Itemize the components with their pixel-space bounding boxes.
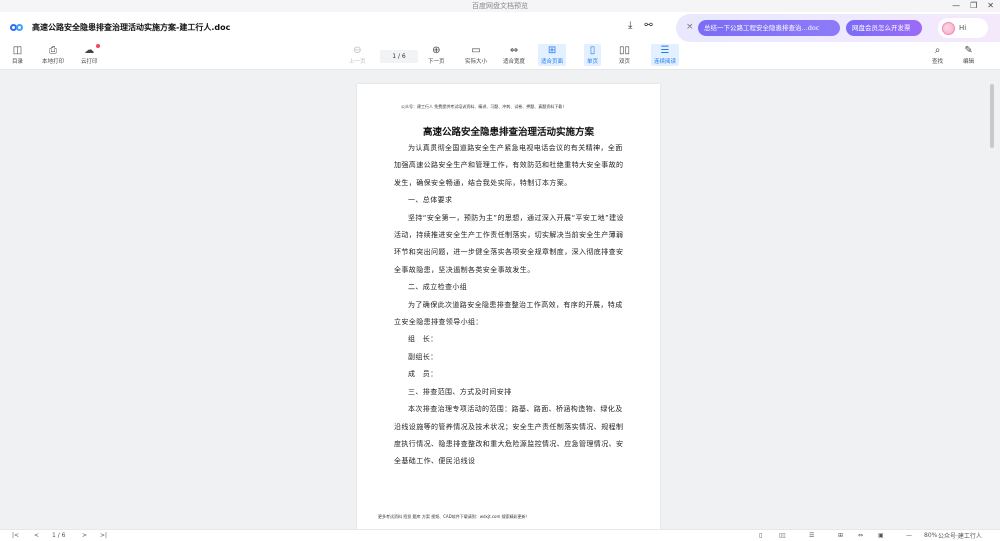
continuous-read-button[interactable]: ☰ 连续阅读 (651, 44, 680, 66)
fit-page-small-icon[interactable]: ⊞ (838, 531, 843, 541)
next-page-label: 下一页 (428, 59, 445, 65)
restore-button[interactable]: ❐ (970, 0, 977, 12)
printer-icon: ⎙ (49, 45, 57, 56)
double-page-label: 双页 (619, 59, 631, 65)
prev-page-button[interactable]: ⊖ 上一页 (349, 45, 366, 65)
arrow-right-circle-icon: ⊕ (432, 45, 441, 56)
status-page-indicator: 1 / 6 (52, 532, 66, 539)
ai-assistant-button[interactable]: Hi (938, 18, 988, 38)
deputy-leader-line: 副组长： (408, 352, 438, 361)
watermark: 公众号·建工行人 (938, 533, 982, 540)
prev-page-label: 上一页 (349, 59, 366, 65)
window-title: 百度网盘文档预览 (472, 2, 528, 10)
download-icon[interactable]: ⤓ (628, 20, 632, 31)
continuous-label: 连续阅读 (654, 59, 677, 65)
cloud-print-button[interactable]: ☁ 云打印 (81, 45, 98, 65)
share-icon[interactable]: ⚯ (644, 20, 652, 31)
paragraph: 为认真贯彻全国道路安全生产紧急电视电话会议的有关精神，全面加强高速公路安全生产和… (394, 144, 624, 187)
member-line: 成 员： (408, 370, 438, 379)
edit-label: 编辑 (963, 59, 975, 65)
paragraph: 本次排查治理专项活动的范围：路基、路面、桥涵构造物、绿化及沿线设施等的管养情况及… (394, 405, 624, 466)
status-bar: |< < 1 / 6 > >| ▯ ▯▯ ☰ ⊞ ⇔ ▣ — 80% (0, 529, 1000, 541)
zoom-level: 80% (924, 532, 938, 539)
fit-page-button[interactable]: ⊞ 适合页面 (538, 44, 567, 66)
document-title: 高速公路安全隐患排查治理活动实施方案-建工行人.doc (32, 22, 231, 32)
next-page-button[interactable]: ⊕ 下一页 (428, 45, 445, 65)
document-body: 为认真贯彻全国道路安全生产紧急电视电话会议的有关精神，全面加强高速公路安全生产和… (394, 140, 626, 471)
actual-size-small-icon[interactable]: ▣ (878, 531, 884, 541)
find-button[interactable]: ⌕ 查找 (932, 45, 943, 65)
actual-size-label: 实际大小 (465, 59, 488, 65)
section-heading: 二、成立检查小组 (408, 283, 468, 292)
toc-label: 目录 (12, 59, 24, 65)
search-icon: ⌕ (934, 45, 941, 56)
continuous-icon: ☰ (660, 45, 670, 56)
next-page-small-button[interactable]: > (82, 531, 87, 541)
fit-width-icon: ⇔ (509, 45, 519, 56)
view-single-icon[interactable]: ▯ (759, 531, 762, 541)
assistant-greeting: Hi (959, 24, 967, 32)
single-page-label: 单页 (587, 59, 599, 65)
local-print-label: 本地打印 (42, 59, 65, 65)
fit-width-label: 适合宽度 (503, 59, 526, 65)
actual-size-icon: ▭ (471, 45, 481, 56)
ai-suggestion-invoice[interactable]: 网盘会员怎么开发票 (846, 20, 922, 36)
page-header-note: 公众号：建工行人 免费提供考试培训资料、精讲、习题、冲刺、试卷、押题、真题资料下… (401, 104, 567, 109)
ai-assistant-panel: × 总结一下公路工程安全隐患排查治...doc 网盘会员怎么开发票 Hi (676, 14, 1000, 42)
local-print-button[interactable]: ⎙ 本地打印 (42, 45, 64, 65)
page-footer-note: 更多考试资料 招投 题库 方案 视频、CAD软件下载请到：wdxjt.com 搜… (378, 514, 530, 519)
fit-page-icon: ⊞ (547, 45, 557, 56)
section-heading: 三、排查范围、方式及时间安排 (408, 387, 512, 396)
document-page: 公众号：建工行人 免费提供考试培训资料、精讲、习题、冲刺、试卷、押题、真题资料下… (357, 84, 660, 530)
fit-width-small-icon[interactable]: ⇔ (858, 531, 863, 541)
toc-button[interactable]: ◫ 目录 (12, 45, 23, 65)
view-scroll-icon[interactable]: ☰ (809, 531, 814, 541)
zoom-out-button[interactable]: — (906, 531, 912, 541)
view-double-icon[interactable]: ▯▯ (779, 531, 786, 541)
single-page-icon: ▯ (589, 45, 596, 56)
vertical-scrollbar[interactable] (990, 84, 994, 148)
ai-panel-close-icon[interactable]: × (686, 22, 694, 32)
toc-icon: ◫ (12, 45, 23, 56)
page-number-input[interactable]: 1 / 6 (380, 50, 418, 63)
paragraph: 为了确保此次道路安全隐患排查整治工作高效，有序的开展，特成立安全隐患排查领导小组… (394, 300, 623, 327)
first-page-button[interactable]: |< (12, 531, 19, 541)
section-heading: 一、总体要求 (408, 196, 453, 205)
edit-button[interactable]: ✎ 编辑 (963, 45, 974, 65)
double-page-icon: ▯▯ (619, 45, 631, 56)
leader-line: 组 长： (408, 335, 438, 344)
assistant-avatar-icon (942, 21, 955, 35)
paragraph: 坚持“安全第一，预防为主”的思想，通过深入开展“平安工地”建设活动，持续推进安全… (394, 213, 624, 274)
arrow-left-circle-icon: ⊖ (353, 45, 362, 56)
baidu-netdisk-logo-icon (10, 22, 24, 32)
double-page-button[interactable]: ▯▯ 双页 (619, 45, 630, 65)
notification-dot (96, 44, 100, 48)
ai-suggestion-summary[interactable]: 总结一下公路工程安全隐患排查治...doc (698, 20, 840, 36)
cloud-print-icon: ☁ (84, 45, 95, 56)
last-page-button[interactable]: >| (100, 531, 107, 541)
actual-size-button[interactable]: ▭ 实际大小 (465, 45, 487, 65)
fit-width-button[interactable]: ⇔ 适合宽度 (503, 45, 525, 65)
window-titlebar: 百度网盘文档预览 — ❐ ✕ (0, 0, 1000, 12)
fit-page-label: 适合页面 (541, 59, 564, 65)
viewer-toolbar: ◫ 目录 ⎙ 本地打印 ☁ 云打印 ⊖ 上一页 ⊕ 下一页 ▭ 实际大小 ⇔ 适合宽度 ⊞ 适合… (0, 42, 1000, 70)
document-heading: 高速公路安全隐患排查治理活动实施方案 (422, 127, 594, 138)
cloud-print-label: 云打印 (81, 59, 98, 65)
single-page-button[interactable]: ▯ 单页 (584, 44, 602, 66)
find-label: 查找 (932, 59, 944, 65)
prev-page-small-button[interactable]: < (34, 531, 39, 541)
pencil-icon: ✎ (964, 45, 973, 56)
minimize-button[interactable]: — (952, 0, 960, 12)
close-button[interactable]: ✕ (987, 0, 994, 12)
